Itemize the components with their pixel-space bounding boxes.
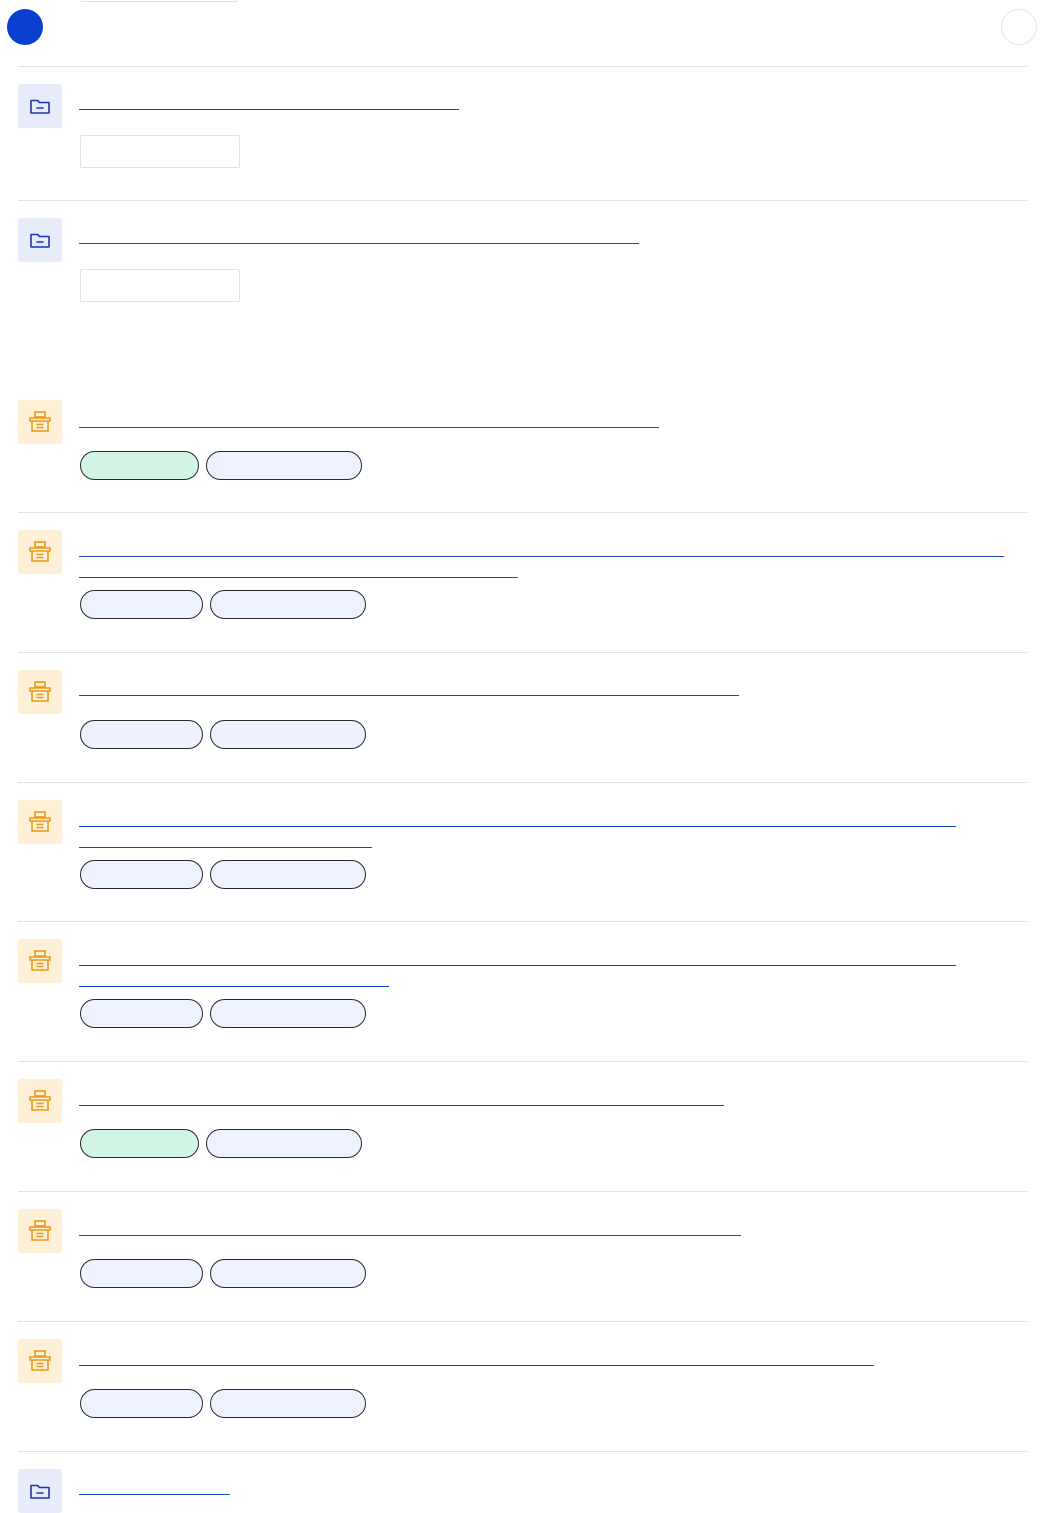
folder-icon <box>30 1484 50 1499</box>
archive-tile <box>18 1339 62 1383</box>
record-title-link[interactable] <box>79 427 659 428</box>
archive-box-icon <box>29 1220 51 1241</box>
folder-tag-input[interactable] <box>80 269 240 302</box>
folder-title-link[interactable] <box>79 243 639 244</box>
divider <box>18 652 1027 653</box>
category-tag[interactable] <box>210 999 366 1028</box>
record-title-link[interactable] <box>79 695 739 696</box>
archive-box-icon <box>29 1350 51 1371</box>
category-tag[interactable] <box>210 1259 366 1288</box>
divider <box>18 1191 1027 1192</box>
divider <box>18 1061 1027 1062</box>
folder-tag-input[interactable] <box>80 135 240 168</box>
record-title-link-wrap[interactable] <box>79 847 372 848</box>
category-tag[interactable] <box>210 720 366 749</box>
divider <box>18 1321 1027 1322</box>
divider <box>18 512 1027 513</box>
folder-icon <box>30 99 50 114</box>
archive-box-icon <box>29 811 51 832</box>
top-input-fragment[interactable] <box>80 0 238 2</box>
record-title-link[interactable] <box>79 826 956 827</box>
record-title-link-wrap[interactable] <box>79 986 389 987</box>
record-title-link[interactable] <box>79 1365 874 1366</box>
folder-title-link[interactable] <box>79 1494 230 1495</box>
record-title-link[interactable] <box>79 1105 724 1106</box>
folder-icon <box>30 233 50 248</box>
status-tag[interactable] <box>80 451 199 480</box>
status-tag[interactable] <box>80 590 203 619</box>
category-tag[interactable] <box>206 1129 362 1158</box>
folder-title-link[interactable] <box>79 109 459 110</box>
archive-tile <box>18 1079 62 1123</box>
folder-tile <box>18 218 62 262</box>
status-tag[interactable] <box>80 720 203 749</box>
divider <box>18 921 1027 922</box>
folder-tile <box>18 1469 62 1513</box>
archive-tile <box>18 400 62 444</box>
archive-tile <box>18 1209 62 1253</box>
category-tag[interactable] <box>210 1389 366 1418</box>
status-tag[interactable] <box>80 999 203 1028</box>
category-tag[interactable] <box>210 860 366 889</box>
archive-box-icon <box>29 681 51 702</box>
category-tag[interactable] <box>210 590 366 619</box>
record-title-link[interactable] <box>79 965 956 966</box>
status-tag[interactable] <box>80 1259 203 1288</box>
status-tag[interactable] <box>80 1389 203 1418</box>
record-title-link-wrap[interactable] <box>79 577 518 578</box>
archive-box-icon <box>29 541 51 562</box>
record-title-link[interactable] <box>79 556 1004 557</box>
archive-tile <box>18 800 62 844</box>
divider <box>18 782 1027 783</box>
primary-action-button[interactable] <box>7 9 43 45</box>
folder-tile <box>18 84 62 128</box>
record-title-link[interactable] <box>79 1235 741 1236</box>
archive-tile <box>18 939 62 983</box>
divider <box>18 66 1027 67</box>
archive-box-icon <box>29 1090 51 1111</box>
category-tag[interactable] <box>206 451 362 480</box>
archive-box-icon <box>29 950 51 971</box>
status-tag[interactable] <box>80 860 203 889</box>
status-tag[interactable] <box>80 1129 199 1158</box>
secondary-action-button[interactable] <box>1001 9 1037 45</box>
archive-tile <box>18 670 62 714</box>
archive-tile <box>18 530 62 574</box>
divider <box>18 200 1027 201</box>
archive-box-icon <box>29 411 51 432</box>
divider <box>18 1451 1027 1452</box>
